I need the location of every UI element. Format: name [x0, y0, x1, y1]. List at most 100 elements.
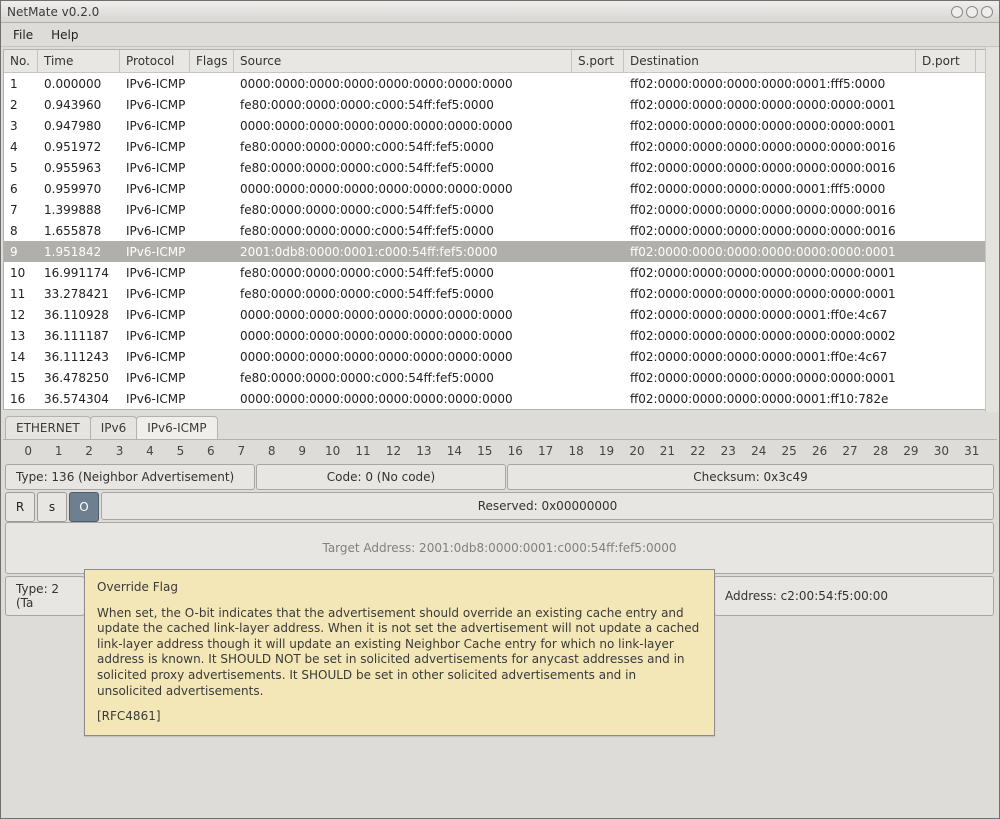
cell: 0000:0000:0000:0000:0000:0000:0000:0000 [234, 392, 572, 406]
cell: 0000:0000:0000:0000:0000:0000:0000:0000 [234, 77, 572, 91]
flag-r-button[interactable]: R [5, 492, 35, 522]
cell: 1.951842 [38, 245, 120, 259]
col-sport[interactable]: S.port [572, 50, 624, 72]
col-dport[interactable]: D.port [916, 50, 976, 72]
cell: ff02:0000:0000:0000:0000:0000:0000:0016 [624, 224, 916, 238]
bit-label: 2 [74, 444, 104, 458]
col-no[interactable]: No. [4, 50, 38, 72]
table-row[interactable]: 71.399888IPv6-ICMPfe80:0000:0000:0000:c0… [4, 199, 996, 220]
cell: ff02:0000:0000:0000:0000:0000:0000:0001 [624, 98, 916, 112]
menu-help[interactable]: Help [43, 26, 86, 44]
flag-s-button[interactable]: s [37, 492, 67, 522]
tab-ipv6-icmp[interactable]: IPv6-ICMP [136, 416, 217, 439]
bit-label: 28 [865, 444, 895, 458]
cell: ff02:0000:0000:0000:0000:0000:0000:0016 [624, 140, 916, 154]
flag-o-button[interactable]: O [69, 492, 99, 522]
cell: 0000:0000:0000:0000:0000:0000:0000:0000 [234, 350, 572, 364]
bit-label: 6 [196, 444, 226, 458]
maximize-icon[interactable] [966, 6, 978, 18]
cell: ff02:0000:0000:0000:0000:0001:ff0e:4c67 [624, 308, 916, 322]
table-row[interactable]: 30.947980IPv6-ICMP0000:0000:0000:0000:00… [4, 115, 996, 136]
table-row[interactable]: 50.955963IPv6-ICMPfe80:0000:0000:0000:c0… [4, 157, 996, 178]
cell: fe80:0000:0000:0000:c000:54ff:fef5:0000 [234, 371, 572, 385]
cell: IPv6-ICMP [120, 329, 190, 343]
bit-label: 18 [561, 444, 591, 458]
cell: IPv6-ICMP [120, 98, 190, 112]
minimize-icon[interactable] [951, 6, 963, 18]
table-row[interactable]: 91.951842IPv6-ICMP2001:0db8:0000:0001:c0… [4, 241, 996, 262]
cell: 2 [4, 98, 38, 112]
cell: ff02:0000:0000:0000:0000:0000:0000:0001 [624, 371, 916, 385]
field-target-address[interactable]: Target Address: 2001:0db8:0000:0001:c000… [5, 522, 994, 574]
col-source[interactable]: Source [234, 50, 572, 72]
packet-list: No. Time Protocol Flags Source S.port De… [1, 47, 999, 412]
field-option-type[interactable]: Type: 2 (Ta [5, 576, 85, 616]
close-icon[interactable] [981, 6, 993, 18]
field-type[interactable]: Type: 136 (Neighbor Advertisement) [5, 464, 255, 490]
col-protocol[interactable]: Protocol [120, 50, 190, 72]
tooltip-override-flag: Override Flag When set, the O-bit indica… [84, 569, 715, 736]
table-row[interactable]: 1236.110928IPv6-ICMP0000:0000:0000:0000:… [4, 304, 996, 325]
cell: ff02:0000:0000:0000:0000:0000:0000:0016 [624, 203, 916, 217]
cell: 0.951972 [38, 140, 120, 154]
tab-ethernet[interactable]: ETHERNET [5, 416, 91, 439]
bit-label: 21 [652, 444, 682, 458]
table-row[interactable]: 1133.278421IPv6-ICMPfe80:0000:0000:0000:… [4, 283, 996, 304]
table-row[interactable]: 1336.111187IPv6-ICMP0000:0000:0000:0000:… [4, 325, 996, 346]
bit-label: 13 [409, 444, 439, 458]
tooltip-title: Override Flag [97, 580, 702, 596]
bit-label: 5 [165, 444, 195, 458]
cell: fe80:0000:0000:0000:c000:54ff:fef5:0000 [234, 98, 572, 112]
cell: ff02:0000:0000:0000:0000:0001:ff10:782e [624, 392, 916, 406]
table-row[interactable]: 40.951972IPv6-ICMP fe80:0000:0000:0000:c0… [4, 136, 996, 157]
cell: 5 [4, 161, 38, 175]
detail-tabs: ETHERNET IPv6 IPv6-ICMP [5, 416, 997, 439]
table-row[interactable]: 10.000000IPv6-ICMP0000:0000:0000:0000:00… [4, 73, 996, 94]
bit-label: 14 [439, 444, 469, 458]
cell: 4 [4, 140, 38, 154]
table-row[interactable]: 1536.478250IPv6-ICMPfe80:0000:0000:0000:… [4, 367, 996, 388]
col-time[interactable]: Time [38, 50, 120, 72]
bit-label: 16 [500, 444, 530, 458]
tab-ipv6[interactable]: IPv6 [90, 416, 138, 439]
titlebar[interactable]: NetMate v0.2.0 [1, 1, 999, 23]
cell: 36.110928 [38, 308, 120, 322]
cell: ff02:0000:0000:0000:0000:0000:0000:0016 [624, 161, 916, 175]
table-row[interactable]: 60.959970IPv6-ICMP0000:0000:0000:0000:00… [4, 178, 996, 199]
cell: ff02:0000:0000:0000:0000:0000:0000:0001 [624, 266, 916, 280]
table-row[interactable]: 1436.111243IPv6-ICMP0000:0000:0000:0000:… [4, 346, 996, 367]
cell: 14 [4, 350, 38, 364]
bit-label: 9 [287, 444, 317, 458]
table-row[interactable]: 20.943960IPv6-ICMPfe80:0000:0000:0000:c0… [4, 94, 996, 115]
menu-file[interactable]: File [5, 26, 41, 44]
field-checksum[interactable]: Checksum: 0x3c49 [507, 464, 994, 490]
bit-label: 22 [683, 444, 713, 458]
window-title: NetMate v0.2.0 [7, 5, 948, 19]
bit-label: 30 [926, 444, 956, 458]
cell: 0.947980 [38, 119, 120, 133]
cell: 11 [4, 287, 38, 301]
cell: IPv6-ICMP [120, 140, 190, 154]
cell: fe80:0000:0000:0000:c000:54ff:fef5:0000 [234, 287, 572, 301]
cell: IPv6-ICMP [120, 224, 190, 238]
packet-rows: 10.000000IPv6-ICMP0000:0000:0000:0000:00… [4, 73, 996, 409]
field-link-layer-address[interactable]: Address: c2:00:54:f5:00:00 [714, 576, 994, 616]
field-code[interactable]: Code: 0 (No code) [256, 464, 506, 490]
cell: 36.111243 [38, 350, 120, 364]
cell: IPv6-ICMP [120, 182, 190, 196]
cell: ff02:0000:0000:0000:0000:0000:0000:0001 [624, 119, 916, 133]
cell: IPv6-ICMP [120, 161, 190, 175]
table-row[interactable]: 1636.574304IPv6-ICMP0000:0000:0000:0000:… [4, 388, 996, 409]
bit-label: 7 [226, 444, 256, 458]
table-row[interactable]: 81.655878IPv6-ICMPfe80:0000:0000:0000:c0… [4, 220, 996, 241]
cell: 9 [4, 245, 38, 259]
tooltip-body: When set, the O-bit indicates that the a… [97, 606, 702, 700]
col-dest[interactable]: Destination [624, 50, 916, 72]
table-row[interactable]: 1016.991174IPv6-ICMPfe80:0000:0000:0000:… [4, 262, 996, 283]
field-reserved[interactable]: Reserved: 0x00000000 [101, 492, 994, 520]
col-flags[interactable]: Flags [190, 50, 234, 72]
bit-label: 15 [470, 444, 500, 458]
cell: fe80:0000:0000:0000:c000:54ff:fef5:0000 [234, 140, 572, 154]
vertical-scrollbar[interactable] [985, 47, 999, 412]
cell: 36.574304 [38, 392, 120, 406]
